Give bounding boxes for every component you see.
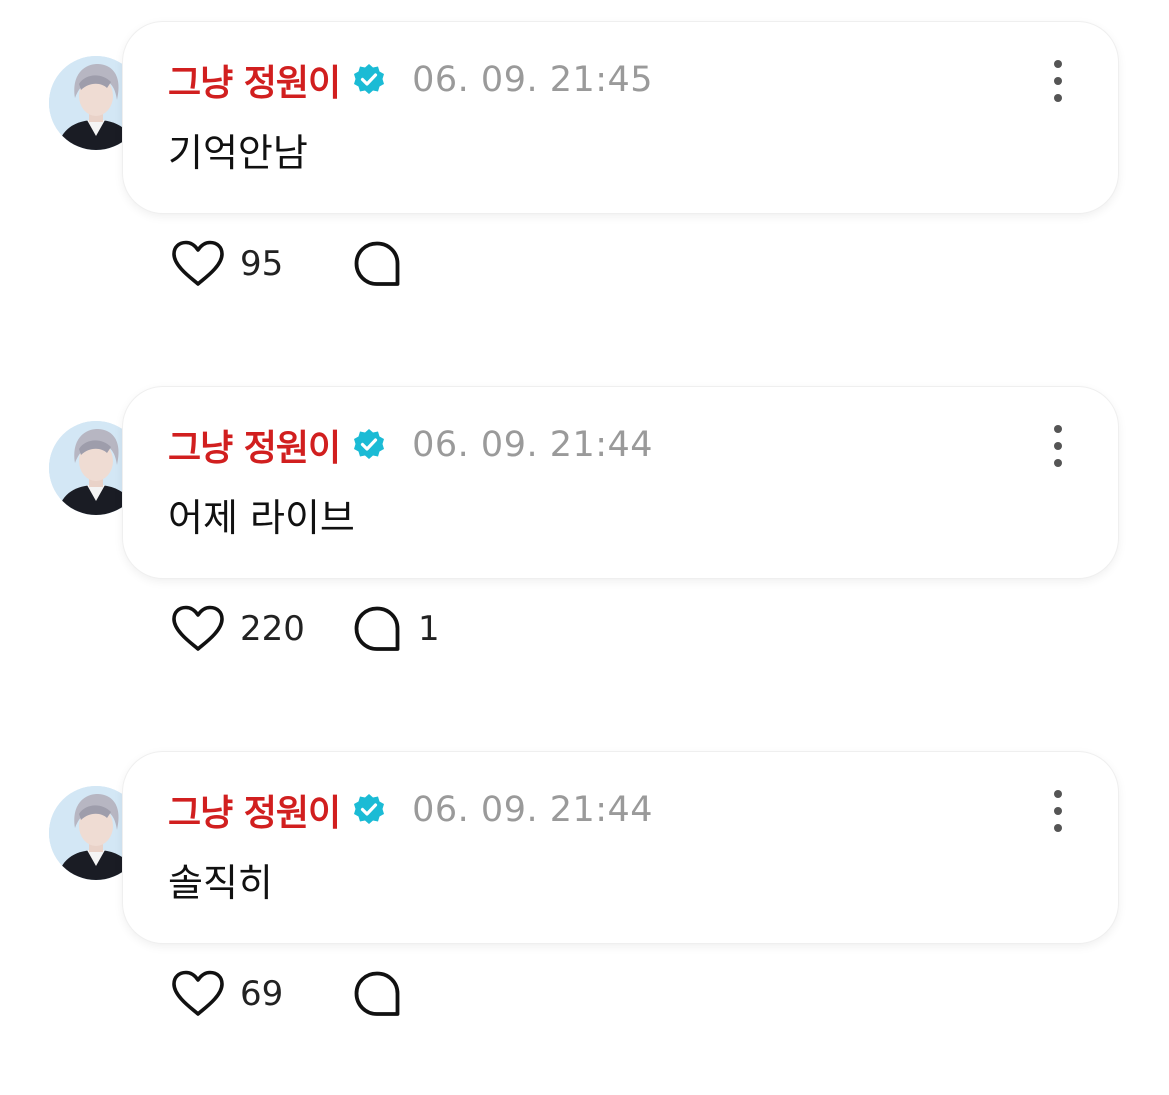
comment-bubble: 그냥 정원이 06. 09. 21:45 기억안남	[123, 22, 1118, 213]
author-name[interactable]: 그냥 정원이	[168, 784, 341, 836]
timestamp: 06. 09. 21:45	[412, 60, 654, 100]
more-options-button[interactable]	[1048, 60, 1068, 102]
comment-header: 그냥 정원이 06. 09. 21:45	[168, 56, 653, 104]
like-count: 220	[240, 609, 305, 649]
like-button[interactable]: 95	[170, 239, 352, 289]
verified-badge-icon	[352, 428, 386, 462]
like-count: 69	[240, 974, 284, 1014]
comment-actions: 69	[170, 966, 418, 1022]
comment-bubble: 그냥 정원이 06. 09. 21:44 솔직히	[123, 752, 1118, 943]
author-name[interactable]: 그냥 정원이	[168, 54, 341, 106]
verified-badge-icon	[352, 63, 386, 97]
comment-text: 솔직히	[168, 861, 273, 905]
timestamp: 06. 09. 21:44	[412, 425, 654, 465]
more-vertical-icon	[1054, 60, 1062, 68]
heart-outline-icon	[172, 605, 224, 651]
comment-post: 그냥 정원이 06. 09. 21:45 기억안남 95	[0, 0, 1169, 365]
comment-text: 어제 라이브	[168, 496, 355, 540]
author-name[interactable]: 그냥 정원이	[168, 419, 341, 471]
speech-bubble-icon	[354, 606, 400, 651]
speech-bubble-icon	[354, 971, 400, 1016]
more-vertical-icon	[1054, 425, 1062, 433]
comment-header: 그냥 정원이 06. 09. 21:44	[168, 421, 653, 469]
verified-badge-icon	[352, 793, 386, 827]
comment-text: 기억안남	[168, 131, 308, 175]
reply-button[interactable]	[352, 239, 418, 289]
more-vertical-icon	[1054, 790, 1062, 798]
more-options-button[interactable]	[1048, 425, 1068, 467]
speech-bubble-icon	[354, 241, 400, 286]
comment-post: 그냥 정원이 06. 09. 21:44 솔직히 69	[0, 730, 1169, 1095]
reply-count: 1	[418, 609, 440, 649]
comment-header: 그냥 정원이 06. 09. 21:44	[168, 786, 653, 834]
like-button[interactable]: 69	[170, 969, 352, 1019]
comment-actions: 95	[170, 236, 418, 292]
reply-button[interactable]: 1	[352, 604, 440, 654]
timestamp: 06. 09. 21:44	[412, 790, 654, 830]
heart-outline-icon	[172, 970, 224, 1016]
comment-post: 그냥 정원이 06. 09. 21:44 어제 라이브 220 1	[0, 365, 1169, 730]
like-count: 95	[240, 244, 284, 284]
comment-actions: 220 1	[170, 601, 440, 657]
comment-bubble: 그냥 정원이 06. 09. 21:44 어제 라이브	[123, 387, 1118, 578]
like-button[interactable]: 220	[170, 604, 352, 654]
reply-button[interactable]	[352, 969, 418, 1019]
more-options-button[interactable]	[1048, 790, 1068, 832]
heart-outline-icon	[172, 240, 224, 286]
